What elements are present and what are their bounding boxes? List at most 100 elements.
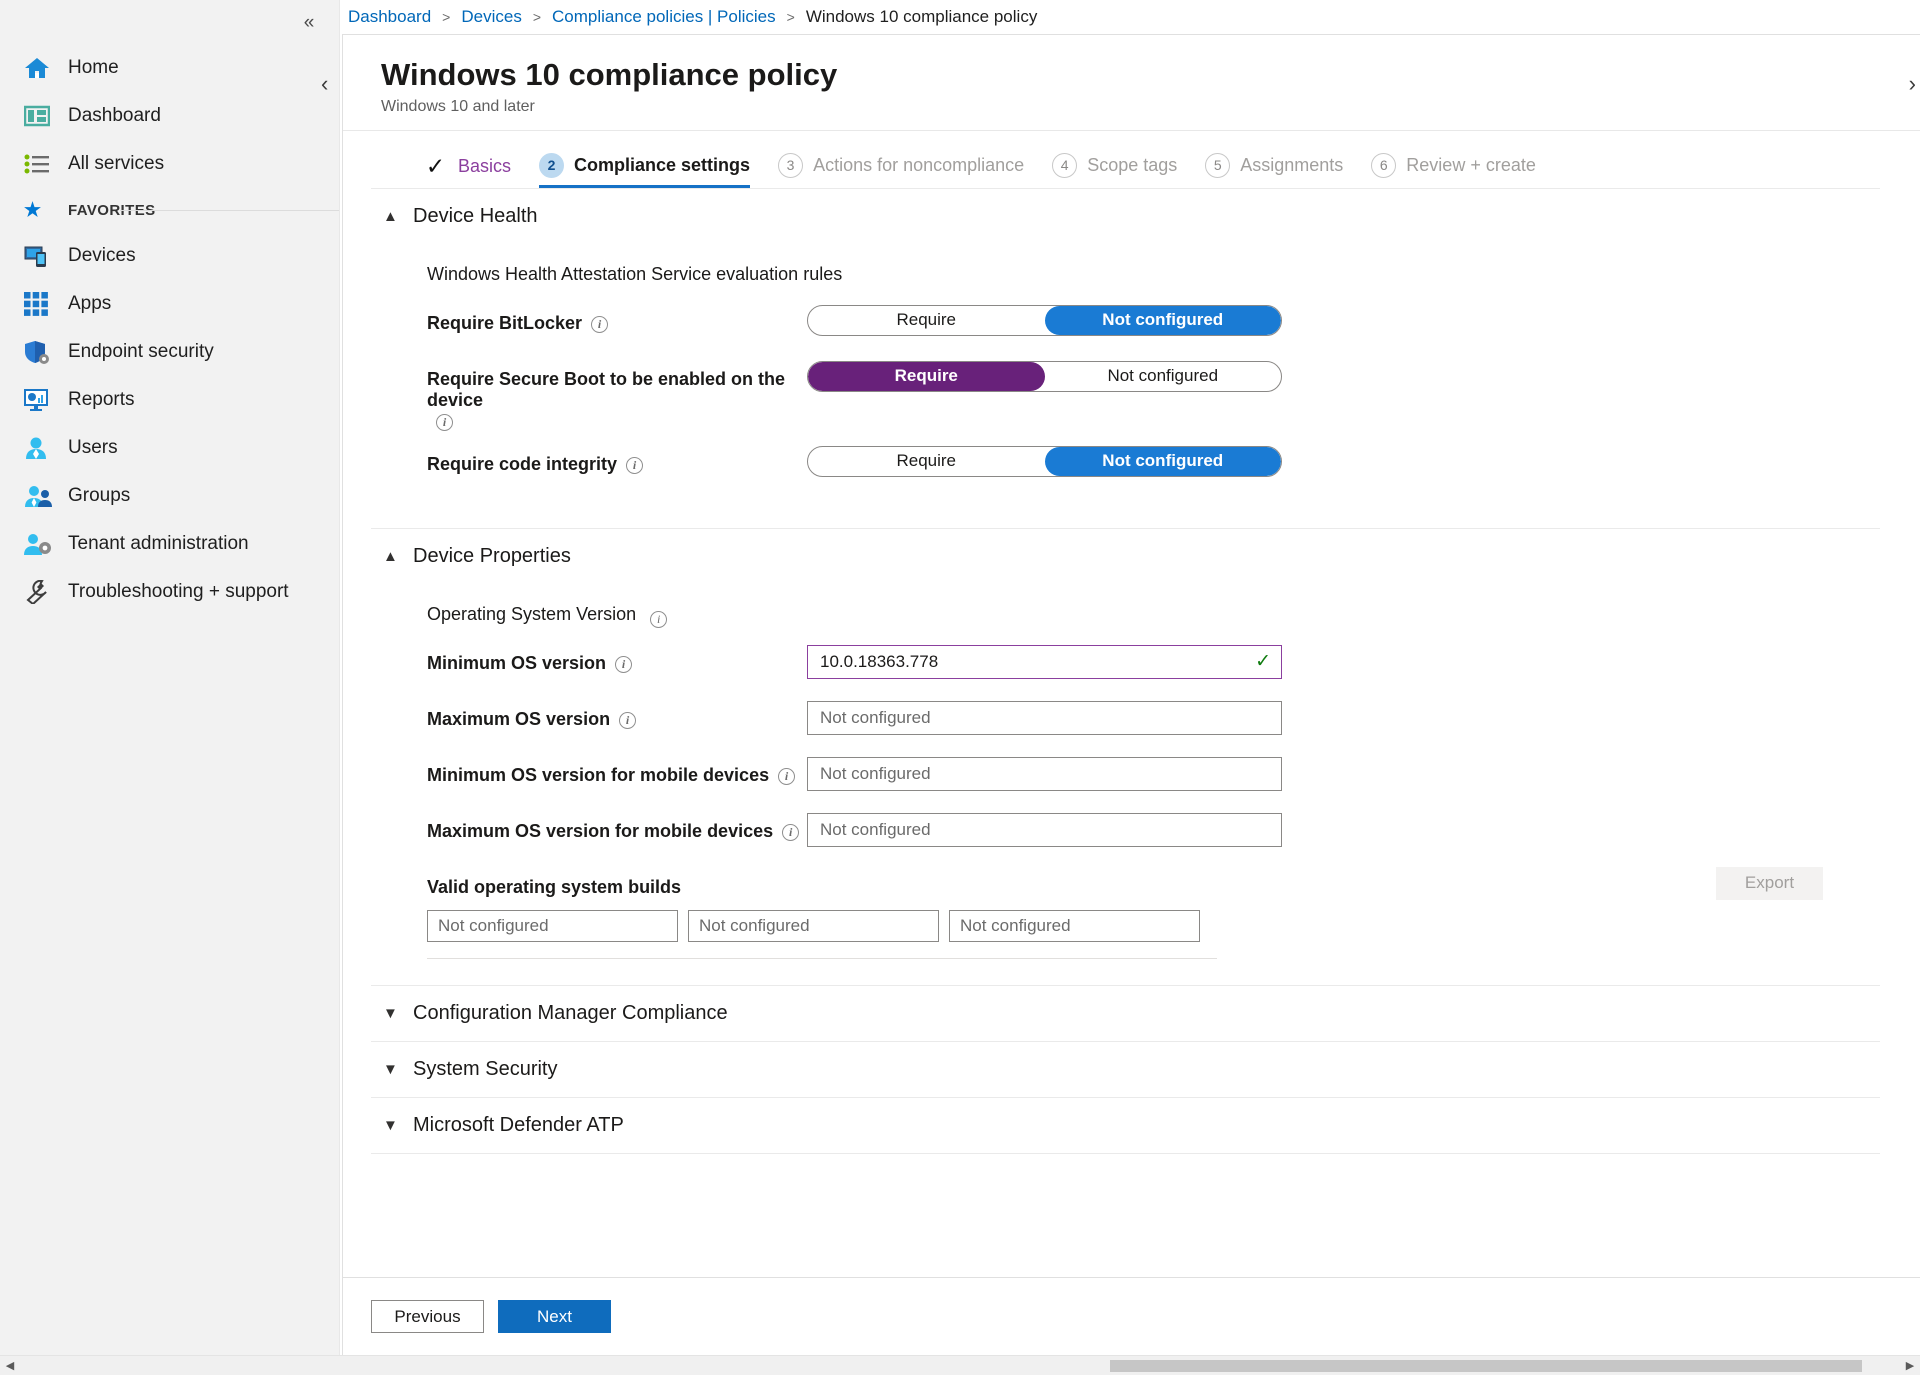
- section-device-properties-header[interactable]: ▲ Device Properties: [371, 529, 1880, 584]
- blade-expand-icon[interactable]: ›: [1909, 73, 1916, 95]
- user-icon: [24, 435, 54, 461]
- scroll-right-arrow-icon[interactable]: ▶: [1900, 1356, 1920, 1375]
- field-maximum-os-version: Maximum OS version i Not configured: [427, 701, 1880, 739]
- reports-monitor-icon: [24, 387, 54, 413]
- sidebar-item-label: Tenant administration: [68, 533, 249, 555]
- sidebar-item-label: Troubleshooting + support: [68, 581, 289, 603]
- chevron-down-icon: ▼: [383, 1005, 399, 1022]
- info-icon[interactable]: i: [626, 457, 643, 474]
- tab-scope-tags[interactable]: 4 Scope tags: [1038, 153, 1191, 188]
- field-require-secure-boot: Require Secure Boot to be enabled on the…: [427, 361, 1880, 428]
- scrollbar-track[interactable]: [20, 1356, 1900, 1375]
- info-icon[interactable]: i: [615, 656, 632, 673]
- section-device-properties-body: Operating System Version i Minimum OS ve…: [371, 584, 1880, 985]
- input-placeholder: Not configured: [820, 820, 931, 840]
- tab-assignments[interactable]: 5 Assignments: [1191, 153, 1357, 188]
- export-button[interactable]: Export: [1716, 867, 1823, 900]
- info-icon[interactable]: i: [782, 824, 799, 841]
- sidebar-item-label: Endpoint security: [68, 341, 214, 363]
- sidebar-item-all-services[interactable]: All services: [0, 140, 339, 188]
- breadcrumb-separator-icon: >: [442, 9, 450, 25]
- collapse-sidebar-icon[interactable]: «: [295, 8, 323, 36]
- divider: [120, 210, 339, 211]
- tab-review-create[interactable]: 6 Review + create: [1357, 153, 1550, 188]
- sidebar-item-troubleshooting-support[interactable]: Troubleshooting + support: [0, 568, 339, 616]
- section-title: Configuration Manager Compliance: [413, 1002, 728, 1025]
- minimum-os-version-input[interactable]: 10.0.18363.778 ✓: [807, 645, 1282, 679]
- info-icon[interactable]: i: [650, 611, 667, 628]
- scroll-left-arrow-icon[interactable]: ◀: [0, 1356, 20, 1375]
- sidebar-item-tenant-administration[interactable]: Tenant administration: [0, 520, 339, 568]
- previous-button[interactable]: Previous: [371, 1300, 484, 1333]
- toggle-option-require[interactable]: Require: [808, 362, 1045, 391]
- sidebar-item-reports[interactable]: Reports: [0, 376, 339, 424]
- section-title: Microsoft Defender ATP: [413, 1114, 624, 1137]
- build-cell-3[interactable]: Not configured: [949, 910, 1200, 942]
- require-secure-boot-toggle[interactable]: Require Not configured: [807, 361, 1282, 392]
- builds-row: Not configured Not configured Not config…: [427, 910, 1880, 942]
- info-icon[interactable]: i: [436, 414, 453, 431]
- field-minimum-os-version: Minimum OS version i 10.0.18363.778 ✓: [427, 645, 1880, 683]
- tab-compliance-settings[interactable]: 2 Compliance settings: [525, 153, 764, 188]
- scrollbar-thumb[interactable]: [1110, 1360, 1862, 1372]
- section-title: Device Properties: [413, 545, 571, 568]
- sidebar-item-home[interactable]: Home: [0, 44, 339, 92]
- input-value: 10.0.18363.778: [820, 652, 938, 672]
- field-label: Require BitLocker i: [427, 305, 807, 334]
- toggle-option-not-configured[interactable]: Not configured: [1045, 447, 1282, 476]
- valid-operating-system-builds: Valid operating system builds Export Not…: [427, 877, 1880, 959]
- blade-content: ✓ Basics 2 Compliance settings 3 Actions…: [343, 131, 1920, 1277]
- sidebar-item-dashboard[interactable]: Dashboard: [0, 92, 339, 140]
- maximum-os-version-mobile-input[interactable]: Not configured: [807, 813, 1282, 847]
- builds-title: Valid operating system builds: [427, 877, 1880, 898]
- breadcrumb-separator-icon: >: [533, 9, 541, 25]
- devices-icon: [24, 243, 54, 269]
- shield-gear-icon: [24, 339, 54, 365]
- info-icon[interactable]: i: [591, 316, 608, 333]
- sidebar-item-label: Groups: [68, 485, 130, 507]
- sidebar-item-label: Users: [68, 437, 118, 459]
- section-device-health-header[interactable]: ▲ Device Health: [371, 189, 1880, 244]
- minimum-os-version-mobile-input[interactable]: Not configured: [807, 757, 1282, 791]
- toggle-option-require[interactable]: Require: [808, 447, 1045, 476]
- section-system-security-header[interactable]: ▼ System Security: [371, 1042, 1880, 1097]
- blade-back-icon[interactable]: ‹: [321, 73, 328, 95]
- step-badge: 3: [778, 153, 803, 178]
- sidebar-item-users[interactable]: Users: [0, 424, 339, 472]
- build-cell-2[interactable]: Not configured: [688, 910, 939, 942]
- require-bitlocker-toggle[interactable]: Require Not configured: [807, 305, 1282, 336]
- section-device-health: ▲ Device Health Windows Health Attestati…: [371, 189, 1880, 529]
- sidebar-item-devices[interactable]: Devices: [0, 232, 339, 280]
- sidebar-item-apps[interactable]: Apps: [0, 280, 339, 328]
- next-button[interactable]: Next: [498, 1300, 611, 1333]
- sidebar-primary-list: Home Dashboard All services: [0, 0, 339, 616]
- azure-portal: « Home Dashboard: [0, 0, 1920, 1375]
- left-navigation-sidebar: « Home Dashboard: [0, 0, 340, 1355]
- page-subtitle: Windows 10 and later: [381, 98, 1920, 116]
- tab-label: Assignments: [1240, 155, 1343, 176]
- horizontal-scrollbar[interactable]: ◀ ▶: [0, 1355, 1920, 1375]
- section-configuration-manager-compliance-header[interactable]: ▼ Configuration Manager Compliance: [371, 986, 1880, 1041]
- checkmark-icon: ✓: [1255, 650, 1271, 673]
- breadcrumb-item-devices[interactable]: Devices: [461, 7, 521, 27]
- breadcrumb-item-current: Windows 10 compliance policy: [806, 7, 1038, 27]
- info-icon[interactable]: i: [778, 768, 795, 785]
- field-label-text: Maximum OS version for mobile devices: [427, 821, 773, 842]
- build-cell-1[interactable]: Not configured: [427, 910, 678, 942]
- info-icon[interactable]: i: [619, 712, 636, 729]
- checkmark-icon: ✓: [423, 155, 448, 178]
- breadcrumb-item-dashboard[interactable]: Dashboard: [348, 7, 431, 27]
- step-badge: 2: [539, 153, 564, 178]
- sidebar-item-groups[interactable]: Groups: [0, 472, 339, 520]
- toggle-option-not-configured[interactable]: Not configured: [1045, 306, 1282, 335]
- section-microsoft-defender-atp-header[interactable]: ▼ Microsoft Defender ATP: [371, 1098, 1880, 1153]
- sidebar-item-endpoint-security[interactable]: Endpoint security: [0, 328, 339, 376]
- tab-actions-for-noncompliance[interactable]: 3 Actions for noncompliance: [764, 153, 1038, 188]
- maximum-os-version-input[interactable]: Not configured: [807, 701, 1282, 735]
- require-code-integrity-toggle[interactable]: Require Not configured: [807, 446, 1282, 477]
- toggle-option-require[interactable]: Require: [808, 306, 1045, 335]
- breadcrumb-item-compliance-policies[interactable]: Compliance policies | Policies: [552, 7, 776, 27]
- all-services-icon: [24, 151, 54, 177]
- tab-basics[interactable]: ✓ Basics: [409, 155, 525, 188]
- toggle-option-not-configured[interactable]: Not configured: [1045, 362, 1282, 391]
